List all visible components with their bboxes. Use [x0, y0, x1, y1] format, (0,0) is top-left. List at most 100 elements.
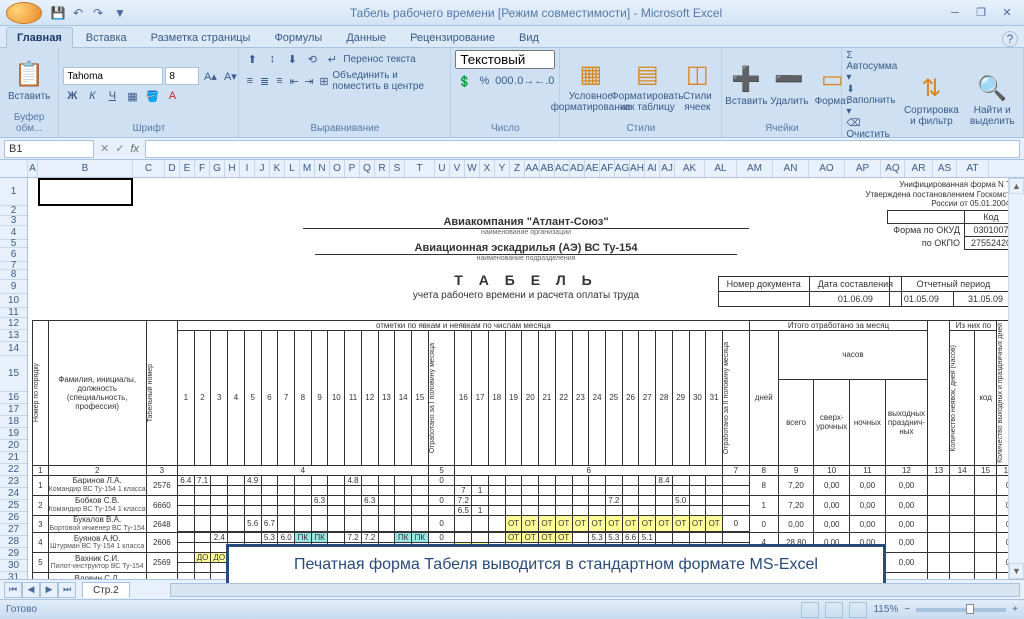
dec-decimal-icon[interactable]: ←.0: [535, 72, 553, 90]
col-header[interactable]: AM: [737, 160, 773, 177]
col-header[interactable]: AG: [615, 160, 630, 177]
vertical-scrollbar[interactable]: ▲ ▼: [1008, 178, 1024, 579]
col-header[interactable]: V: [450, 160, 465, 177]
row-header[interactable]: 14: [0, 342, 27, 356]
col-header[interactable]: D: [165, 160, 180, 177]
minimize-icon[interactable]: ─: [944, 5, 966, 21]
col-header[interactable]: AP: [845, 160, 881, 177]
col-header[interactable]: L: [285, 160, 300, 177]
row-header[interactable]: 25: [0, 500, 27, 512]
col-header[interactable]: A: [28, 160, 38, 177]
col-header[interactable]: P: [345, 160, 360, 177]
col-header[interactable]: C: [133, 160, 165, 177]
col-header[interactable]: G: [210, 160, 225, 177]
col-header[interactable]: AA: [525, 160, 540, 177]
col-header[interactable]: T: [405, 160, 435, 177]
inc-decimal-icon[interactable]: .0→: [515, 72, 533, 90]
row-header[interactable]: 3: [0, 216, 27, 226]
row-header[interactable]: 11: [0, 308, 27, 318]
first-sheet-icon[interactable]: ⏮: [4, 582, 22, 598]
row-header[interactable]: 23: [0, 476, 27, 488]
border-icon[interactable]: ▦: [123, 87, 141, 105]
sheet-tab[interactable]: Стр.2: [82, 582, 130, 598]
col-header[interactable]: B: [38, 160, 133, 177]
row-header[interactable]: 15: [0, 356, 27, 392]
fill-color-icon[interactable]: 🪣: [143, 87, 161, 105]
fill-button[interactable]: ⬇ Заполнить ▾: [846, 84, 897, 117]
bold-icon[interactable]: Ж: [63, 87, 81, 105]
align-top-icon[interactable]: ⬆: [243, 50, 261, 68]
col-header[interactable]: AI: [645, 160, 660, 177]
col-header[interactable]: H: [225, 160, 240, 177]
enter-formula-icon[interactable]: ✓: [115, 142, 124, 155]
col-header[interactable]: AC: [555, 160, 570, 177]
row-header[interactable]: 10: [0, 294, 27, 308]
indent-inc-icon[interactable]: ⇥: [303, 72, 316, 90]
tab-layout[interactable]: Разметка страницы: [140, 27, 262, 47]
font-color-icon[interactable]: A: [163, 87, 181, 105]
col-header[interactable]: W: [465, 160, 480, 177]
tab-formulas[interactable]: Формулы: [263, 27, 333, 47]
paste-button[interactable]: 📋Вставить: [4, 58, 54, 104]
row-header[interactable]: 19: [0, 428, 27, 440]
next-sheet-icon[interactable]: ▶: [40, 582, 58, 598]
col-header[interactable]: AD: [570, 160, 585, 177]
font-name-combo[interactable]: [63, 67, 163, 85]
merge-icon[interactable]: ⊞: [318, 72, 331, 90]
row-header[interactable]: 22: [0, 464, 27, 476]
align-right-icon[interactable]: ≡: [273, 72, 286, 90]
sort-filter-button[interactable]: ⇅Сортировка и фильтр: [900, 72, 962, 129]
col-header[interactable]: AB: [540, 160, 555, 177]
row-header[interactable]: 27: [0, 524, 27, 536]
row-header[interactable]: 24: [0, 488, 27, 500]
col-header[interactable]: AQ: [881, 160, 905, 177]
qat-dropdown-icon[interactable]: ▼: [112, 5, 128, 21]
normal-view-icon[interactable]: [801, 602, 819, 618]
insert-cells-button[interactable]: ➕Вставить: [726, 63, 766, 109]
tab-insert[interactable]: Вставка: [75, 27, 138, 47]
tab-home[interactable]: Главная: [6, 27, 73, 48]
col-header[interactable]: I: [240, 160, 255, 177]
col-header[interactable]: M: [300, 160, 315, 177]
row-header[interactable]: 1: [0, 178, 27, 206]
prev-sheet-icon[interactable]: ◀: [22, 582, 40, 598]
delete-cells-button[interactable]: ➖Удалить: [769, 63, 809, 109]
autosum-button[interactable]: Σ Автосумма ▾: [846, 50, 897, 83]
wrap-text-button[interactable]: Перенос текста: [343, 54, 415, 65]
merge-center-button[interactable]: Объединить и поместить в центре: [332, 70, 446, 92]
col-header[interactable]: F: [195, 160, 210, 177]
row-header[interactable]: 28: [0, 536, 27, 548]
col-header[interactable]: AR: [905, 160, 933, 177]
col-header[interactable]: AS: [933, 160, 957, 177]
tab-view[interactable]: Вид: [508, 27, 550, 47]
col-header[interactable]: AF: [600, 160, 615, 177]
restore-icon[interactable]: ❐: [970, 5, 992, 21]
find-select-button[interactable]: 🔍Найти и выделить: [965, 72, 1019, 129]
last-sheet-icon[interactable]: ⏭: [58, 582, 76, 598]
row-header[interactable]: 18: [0, 416, 27, 428]
comma-icon[interactable]: 000: [495, 72, 513, 90]
fx-icon[interactable]: fx: [130, 143, 139, 155]
currency-icon[interactable]: 💲: [455, 72, 473, 90]
format-table-button[interactable]: ▤Форматировать как таблицу: [620, 58, 674, 115]
row-header[interactable]: 8: [0, 270, 27, 280]
col-header[interactable]: AN: [773, 160, 809, 177]
col-header[interactable]: AL: [705, 160, 737, 177]
col-header[interactable]: J: [255, 160, 270, 177]
tab-review[interactable]: Рецензирование: [399, 27, 506, 47]
col-header[interactable]: R: [375, 160, 390, 177]
formula-input[interactable]: [145, 140, 1020, 158]
zoom-in-icon[interactable]: +: [1012, 604, 1018, 615]
tab-data[interactable]: Данные: [335, 27, 397, 47]
col-header[interactable]: E: [180, 160, 195, 177]
align-bottom-icon[interactable]: ⬇: [283, 50, 301, 68]
col-header[interactable]: U: [435, 160, 450, 177]
row-header[interactable]: 26: [0, 512, 27, 524]
row-header[interactable]: 5: [0, 240, 27, 248]
font-size-combo[interactable]: [165, 67, 199, 85]
row-header[interactable]: 12: [0, 318, 27, 330]
wrap-icon[interactable]: ↵: [323, 50, 341, 68]
zoom-level[interactable]: 115%: [873, 604, 898, 615]
number-format-combo[interactable]: [455, 50, 555, 69]
col-header[interactable]: X: [480, 160, 495, 177]
